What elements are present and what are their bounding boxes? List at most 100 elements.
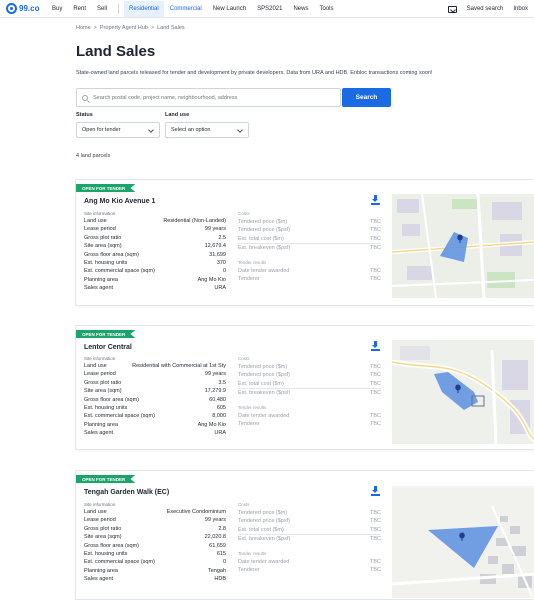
label: Planning area [84, 421, 118, 428]
nav-new-launch[interactable]: New Launch [213, 6, 246, 12]
value: 61,659 [209, 542, 226, 549]
breadcrumb-home[interactable]: Home [76, 25, 91, 31]
site-info-list: Land use Residential with Commercial at 1… [84, 362, 226, 438]
landuse-select-value: Select an option [171, 127, 211, 133]
label: Est. housing units [84, 259, 128, 266]
search-icon [82, 94, 88, 101]
search-input[interactable] [93, 94, 333, 101]
costs-heading: Costs [238, 356, 250, 361]
status-badge: OPEN FOR TENDER [76, 330, 136, 338]
label: Tendered price ($psf) [238, 227, 290, 234]
label: Tendered price ($m) [238, 219, 288, 225]
parcel-title[interactable]: Ang Mo Kio Avenue 1 [84, 198, 155, 205]
chevron-down-icon [237, 127, 243, 133]
parcel-map[interactable] [392, 486, 534, 598]
gfa-row: Gross floor area (sqm) 61,659 [84, 542, 226, 550]
label: Planning area [84, 567, 118, 574]
value: TBC [370, 267, 381, 274]
nav-news[interactable]: News [293, 6, 308, 12]
gfa-row: Gross floor area (sqm) 31,699 [84, 251, 226, 259]
cost-row: Date tender awarded TBC [238, 412, 381, 420]
breadcrumb: Home > Property Agent Hub > Land Sales [76, 25, 185, 31]
cost-row: Est. breakeven ($psf) TBC [238, 243, 381, 251]
download-icon[interactable] [371, 195, 380, 205]
sales-agent-row: Sales agent HDB [84, 575, 226, 583]
value: 99 years [204, 226, 226, 233]
logo-text: 99.co [19, 4, 40, 13]
label: Gross floor area (sqm) [84, 542, 140, 549]
landuse-select[interactable]: Select an option [165, 122, 249, 138]
parcel-map[interactable] [392, 194, 534, 298]
parcel-title[interactable]: Lentor Central [84, 344, 132, 351]
download-app-icon[interactable] [447, 5, 457, 13]
cost-row: Tenderer TBC [238, 275, 381, 283]
value: 615 [216, 550, 226, 557]
label: Sales agent [84, 576, 114, 583]
label: Lease period [84, 517, 116, 524]
top-nav-bar: 99.co Buy Rent Sell Residential Commerci… [0, 0, 534, 18]
tender-results-heading: Tender results [238, 404, 267, 410]
download-icon[interactable] [371, 341, 380, 351]
nav-sps2021[interactable]: SPS2021 [257, 6, 282, 12]
parcel-card[interactable]: OPEN FOR TENDER Ang Mo Kio Avenue 1 Site… [75, 179, 534, 306]
label: Est. housing units [84, 404, 128, 411]
parcel-card[interactable]: OPEN FOR TENDER Tengah Garden Walk (EC) … [75, 470, 534, 600]
label: Date tender awarded [238, 412, 290, 419]
housing-units-row: Est. housing units 370 [84, 259, 226, 267]
value: 3.5 [218, 379, 226, 386]
parcel-map[interactable] [392, 340, 534, 444]
label: Land use [84, 363, 107, 369]
nav-buy[interactable]: Buy [52, 6, 62, 12]
lease-period-row: Lease period 99 years [84, 370, 226, 378]
value: TBC [370, 364, 381, 370]
value: TBC [370, 245, 381, 252]
result-count: 4 land parcels [76, 153, 111, 159]
logo[interactable]: 99.co [6, 3, 39, 14]
search-button[interactable]: Search [342, 88, 391, 107]
label: Est. housing units [84, 550, 128, 557]
page-title: Land Sales [76, 43, 156, 60]
value: URA [214, 285, 226, 292]
site-info-heading: Site information [84, 356, 116, 361]
label: Est. breakeven ($psf) [238, 536, 291, 543]
main-nav: Buy Rent Sell Residential Commercial New… [52, 0, 345, 18]
plot-ratio-row: Gross plot ratio 3.5 [84, 379, 226, 387]
label: Tendered price ($psf) [238, 518, 290, 525]
parcel-card[interactable]: OPEN FOR TENDER Lentor Central Site info… [75, 325, 534, 450]
label: Tendered price ($m) [238, 510, 288, 516]
label: Planning area [84, 276, 118, 283]
nav-residential[interactable]: Residential [124, 1, 164, 17]
value: TBC [370, 536, 381, 543]
inbox-link[interactable]: Inbox [513, 6, 528, 12]
planning-area-row: Planning area Ang Mo Kio [84, 276, 226, 284]
parcel-title[interactable]: Tengah Garden Walk (EC) [84, 489, 169, 496]
value: TBC [370, 227, 381, 234]
value: 0 [222, 559, 226, 566]
value: 605 [216, 404, 226, 411]
nav-commercial[interactable]: Commercial [170, 6, 202, 12]
lease-period-row: Lease period 99 years [84, 516, 226, 524]
breadcrumb-current: Land Sales [157, 25, 185, 31]
plot-ratio-row: Gross plot ratio 2.5 [84, 234, 226, 242]
cost-row: Est. total cost ($m) TBC [238, 526, 381, 534]
label: Gross plot ratio [84, 234, 122, 241]
breadcrumb-separator: > [150, 25, 155, 31]
breadcrumb-agent-hub[interactable]: Property Agent Hub [100, 25, 148, 31]
download-icon[interactable] [371, 486, 380, 496]
map-graphic [392, 194, 534, 298]
saved-search-link[interactable]: Saved search [467, 6, 504, 12]
site-info-heading: Site information [84, 211, 116, 216]
nav-rent[interactable]: Rent [73, 6, 86, 12]
nav-sell[interactable]: Sell [97, 6, 107, 12]
value: 22,020.8 [204, 534, 226, 541]
label: Est. total cost ($m) [238, 380, 284, 387]
value: TBC [370, 372, 381, 379]
label: Tenderer [238, 276, 260, 283]
value: TBC [370, 380, 381, 387]
status-select[interactable]: Open for tender [76, 122, 160, 138]
housing-units-row: Est. housing units 615 [84, 550, 226, 558]
value: Ang Mo Kio [197, 421, 226, 428]
value: Executive Condominium [166, 509, 226, 515]
value: TBC [370, 219, 381, 225]
nav-tools[interactable]: Tools [319, 6, 333, 12]
